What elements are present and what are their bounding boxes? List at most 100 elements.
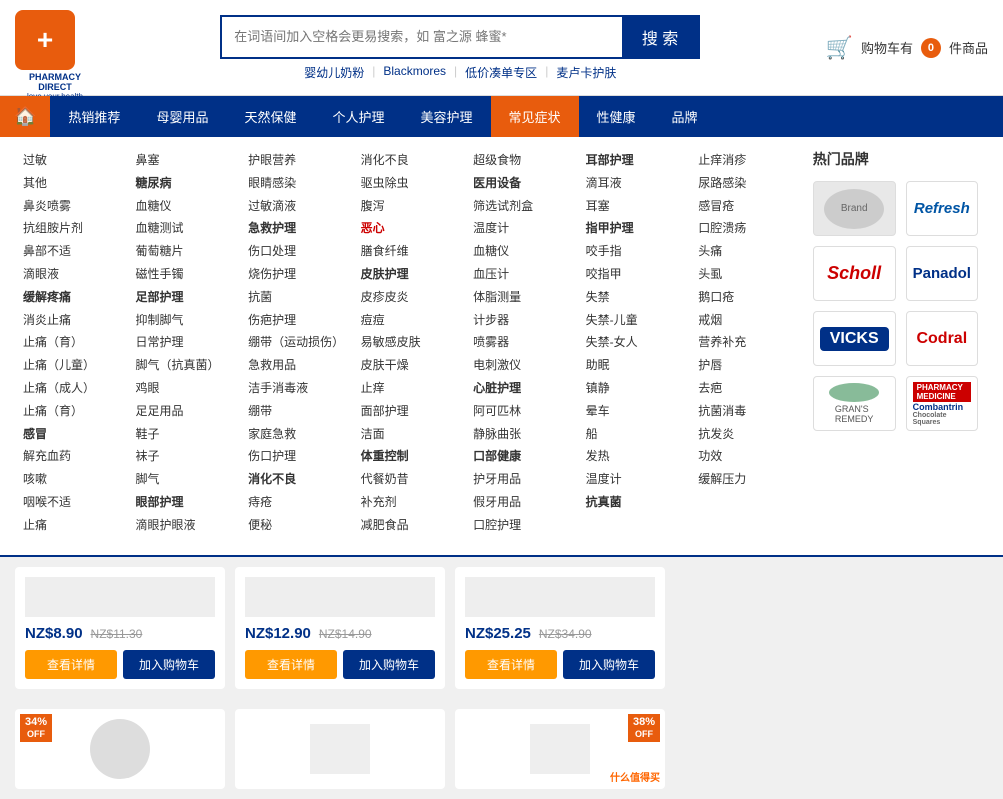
menu-item[interactable]: 咽喉不适 xyxy=(23,491,120,514)
menu-item[interactable]: 口腔溃疡 xyxy=(698,217,795,240)
menu-item[interactable]: 鞋子 xyxy=(136,423,233,446)
menu-item[interactable]: 解充血药 xyxy=(23,445,120,468)
quick-link-1[interactable]: 婴幼儿奶粉 xyxy=(304,64,364,81)
cart-button-3[interactable]: 加入购物车 xyxy=(563,650,655,679)
menu-item[interactable]: 头虱 xyxy=(698,263,795,286)
menu-item[interactable]: 头痛 xyxy=(698,240,795,263)
menu-item[interactable]: 过敏 xyxy=(23,149,120,172)
menu-item[interactable]: 其他 xyxy=(23,172,120,195)
menu-item[interactable]: 减肥食品 xyxy=(361,514,458,537)
menu-item[interactable]: 皮肤干燥 xyxy=(361,354,458,377)
menu-item[interactable]: 止痛 xyxy=(23,514,120,537)
menu-item[interactable]: 消炎止痛 xyxy=(23,309,120,332)
bottom-card-3[interactable]: 38% OFF 什么值得买 xyxy=(455,709,665,789)
menu-item[interactable]: 痘痘 xyxy=(361,309,458,332)
bottom-card-2[interactable] xyxy=(235,709,445,789)
detail-button-3[interactable]: 查看详情 xyxy=(465,650,557,679)
menu-item[interactable]: 皮肤护理 xyxy=(361,263,458,286)
menu-item[interactable]: 代餐奶昔 xyxy=(361,468,458,491)
menu-item[interactable]: 恶心 xyxy=(361,217,458,240)
quick-link-3[interactable]: 低价凑单专区 xyxy=(465,64,537,81)
search-button[interactable]: 搜 索 xyxy=(622,17,698,57)
menu-item[interactable]: 面部护理 xyxy=(361,400,458,423)
menu-item[interactable]: 血糖测试 xyxy=(136,217,233,240)
brand-vicks[interactable]: VICKS xyxy=(813,311,896,366)
nav-item-natural[interactable]: 天然保健 xyxy=(226,96,314,137)
menu-item[interactable]: 补充剂 xyxy=(361,491,458,514)
menu-item[interactable]: 伤疤护理 xyxy=(248,309,345,332)
menu-item[interactable]: 营养补充 xyxy=(698,331,795,354)
logo[interactable]: + PHARMACY DIRECT love.your.health xyxy=(15,10,95,85)
detail-button-1[interactable]: 查看详情 xyxy=(25,650,117,679)
menu-item[interactable]: 绷带（运动损伤） xyxy=(248,331,345,354)
menu-item[interactable]: 糖尿病 xyxy=(136,172,233,195)
menu-item[interactable]: 超级食物 xyxy=(473,149,570,172)
brand-refresh[interactable]: Refresh xyxy=(906,181,978,236)
nav-item-health[interactable]: 性健康 xyxy=(579,96,654,137)
menu-item[interactable]: 抗发炎 xyxy=(698,423,795,446)
menu-item[interactable]: 体脂测量 xyxy=(473,286,570,309)
menu-item[interactable]: 体重控制 xyxy=(361,445,458,468)
menu-item[interactable]: 尿路感染 xyxy=(698,172,795,195)
brand-empty[interactable]: Brand xyxy=(813,181,896,236)
cart-button-1[interactable]: 加入购物车 xyxy=(123,650,215,679)
menu-item[interactable]: 伤口处理 xyxy=(248,240,345,263)
brand-panadol[interactable]: Panadol xyxy=(906,246,978,301)
menu-item[interactable]: 绷带 xyxy=(248,400,345,423)
menu-item[interactable]: 血糖仪 xyxy=(136,195,233,218)
menu-item[interactable]: 温度计 xyxy=(586,468,683,491)
menu-item[interactable]: 发热 xyxy=(586,445,683,468)
bottom-card-1[interactable]: 34% OFF xyxy=(15,709,225,789)
menu-item[interactable]: 感冒疮 xyxy=(698,195,795,218)
menu-item[interactable]: 耳塞 xyxy=(586,195,683,218)
menu-item[interactable]: 去疤 xyxy=(698,377,795,400)
menu-item[interactable]: 筛选试剂盒 xyxy=(473,195,570,218)
nav-item-baby[interactable]: 母婴用品 xyxy=(138,96,226,137)
menu-item[interactable]: 抗菌 xyxy=(248,286,345,309)
quick-link-4[interactable]: 麦卢卡护肤 xyxy=(556,64,616,81)
menu-item[interactable]: 止痛（儿童） xyxy=(23,354,120,377)
menu-item[interactable]: 咳嗽 xyxy=(23,468,120,491)
menu-item[interactable]: 过敏滴液 xyxy=(248,195,345,218)
brand-combantrin[interactable]: PHARMACY MEDICINE Combantrin Chocolate S… xyxy=(906,376,978,431)
menu-item[interactable]: 护唇 xyxy=(698,354,795,377)
menu-item[interactable]: 护眼营养 xyxy=(248,149,345,172)
menu-item[interactable]: 晕车 xyxy=(586,400,683,423)
menu-item[interactable]: 鹅口疮 xyxy=(698,286,795,309)
menu-item[interactable]: 咬指甲 xyxy=(586,263,683,286)
cart-area[interactable]: 🛒 购物车有 0 件商品 xyxy=(826,35,988,61)
menu-item[interactable]: 船 xyxy=(586,423,683,446)
menu-item[interactable]: 静脉曲张 xyxy=(473,423,570,446)
menu-item[interactable]: 助眠 xyxy=(586,354,683,377)
menu-item[interactable]: 镇静 xyxy=(586,377,683,400)
menu-item[interactable]: 医用设备 xyxy=(473,172,570,195)
brand-codral[interactable]: Codral xyxy=(906,311,978,366)
menu-item[interactable]: 止痒消疹 xyxy=(698,149,795,172)
menu-item[interactable]: 洁手消毒液 xyxy=(248,377,345,400)
menu-item[interactable]: 血糖仪 xyxy=(473,240,570,263)
nav-item-symptoms[interactable]: 常见症状 xyxy=(491,96,579,137)
menu-item[interactable]: 失禁-儿童 xyxy=(586,309,683,332)
menu-item[interactable]: 指甲护理 xyxy=(586,217,683,240)
menu-item[interactable]: 滴眼护眼液 xyxy=(136,514,233,537)
menu-item[interactable]: 脚气 xyxy=(136,468,233,491)
quick-link-2[interactable]: Blackmores xyxy=(383,64,446,81)
menu-item[interactable]: 伤口护理 xyxy=(248,445,345,468)
menu-item[interactable]: 假牙用品 xyxy=(473,491,570,514)
menu-item[interactable]: 缓解压力 xyxy=(698,468,795,491)
menu-item[interactable]: 急救护理 xyxy=(248,217,345,240)
menu-item[interactable]: 止痛（育） xyxy=(23,331,120,354)
menu-item[interactable]: 止痛（育） xyxy=(23,400,120,423)
menu-item[interactable]: 驱虫除虫 xyxy=(361,172,458,195)
brand-grans[interactable]: GRAN'SREMEDY xyxy=(813,376,896,431)
menu-item[interactable]: 感冒 xyxy=(23,423,120,446)
menu-item[interactable]: 鼻炎喷雾 xyxy=(23,195,120,218)
menu-item[interactable]: 脚气（抗真菌） xyxy=(136,354,233,377)
menu-item[interactable]: 护牙用品 xyxy=(473,468,570,491)
menu-item[interactable]: 抗真菌 xyxy=(586,491,683,514)
menu-item[interactable]: 易敏感皮肤 xyxy=(361,331,458,354)
menu-item[interactable]: 葡萄糖片 xyxy=(136,240,233,263)
menu-item[interactable]: 足足用品 xyxy=(136,400,233,423)
menu-item[interactable]: 电刺激仪 xyxy=(473,354,570,377)
menu-item[interactable]: 口腔护理 xyxy=(473,514,570,537)
